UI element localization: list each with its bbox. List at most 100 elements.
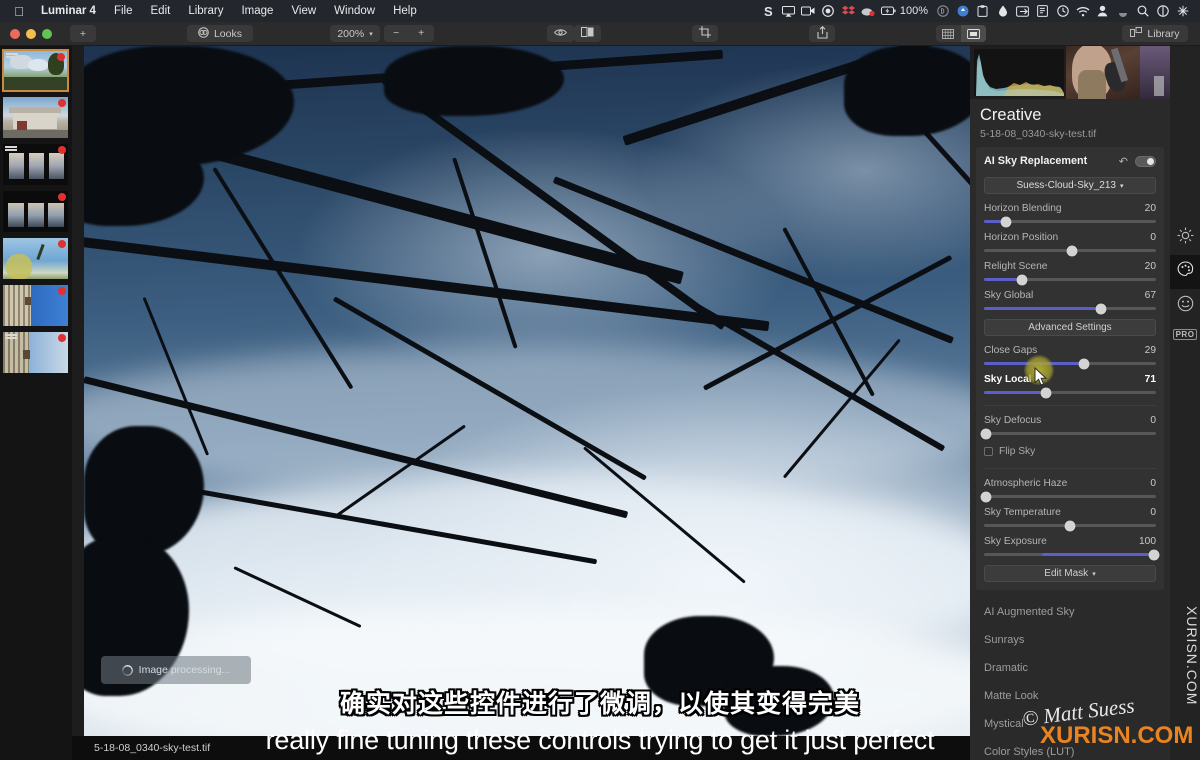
slider-sky-defocus[interactable]: Sky Defocus 0 — [980, 415, 1156, 439]
advanced-settings-label: Advanced Settings — [1028, 322, 1112, 333]
menu-item-file[interactable]: File — [105, 5, 142, 17]
slider-track[interactable] — [984, 520, 1156, 531]
slider-track[interactable] — [980, 428, 1156, 439]
before-after-button[interactable] — [574, 25, 602, 42]
panel-top-area — [970, 46, 1170, 99]
zoom-level-dropdown[interactable]: 200% ▾ — [330, 25, 380, 42]
share-button[interactable] — [809, 25, 836, 42]
rail-portrait-button[interactable] — [1170, 289, 1200, 323]
menu-item-help[interactable]: Help — [384, 5, 426, 17]
maximize-window-button[interactable] — [42, 28, 52, 39]
notes-icon[interactable] — [1033, 0, 1052, 22]
flip-sky-checkbox-row[interactable]: Flip Sky — [984, 446, 1156, 457]
control-center-icon[interactable] — [1153, 0, 1172, 22]
slider-track[interactable] — [984, 358, 1156, 369]
image-canvas[interactable]: Image processing... 5-18-08_0340-sky-tes… — [72, 46, 970, 760]
list-item[interactable] — [2, 237, 69, 280]
slider-track[interactable] — [980, 491, 1156, 502]
module-item-sunrays[interactable]: Sunrays — [970, 626, 1170, 654]
minimize-window-button[interactable] — [26, 28, 36, 39]
rail-essentials-button[interactable] — [1170, 221, 1200, 255]
slider-track[interactable] — [984, 387, 1156, 398]
looks-button[interactable]: Looks — [186, 25, 253, 42]
filmstrip-panel[interactable] — [0, 46, 72, 760]
slider-value: 0 — [1150, 478, 1156, 489]
slider-track[interactable] — [984, 549, 1160, 560]
screen-record-icon[interactable] — [799, 0, 818, 22]
list-item[interactable] — [2, 190, 69, 233]
list-item[interactable] — [2, 143, 69, 186]
droplet-icon[interactable] — [993, 0, 1012, 22]
slider-track[interactable] — [984, 303, 1156, 314]
slider-value: 100 — [1139, 536, 1156, 547]
page-title: Creative — [980, 106, 1042, 124]
flip-sky-checkbox[interactable] — [984, 447, 993, 456]
slider-track[interactable] — [984, 216, 1156, 227]
apple-logo-icon[interactable]:  — [6, 5, 32, 18]
letter-s-icon[interactable]: S — [759, 0, 778, 22]
rail-creative-button[interactable] — [1170, 255, 1200, 289]
cloud-red-icon[interactable] — [859, 0, 878, 22]
edited-photo[interactable]: Image processing... — [84, 46, 970, 736]
slider-track[interactable] — [984, 274, 1156, 285]
module-toggle[interactable] — [1135, 155, 1156, 167]
search-icon[interactable] — [1133, 0, 1152, 22]
view-mode-group[interactable] — [935, 25, 986, 42]
menu-item-image[interactable]: Image — [232, 5, 282, 17]
slider-horizon-position[interactable]: Horizon Position 0 — [984, 232, 1156, 256]
time-machine-icon[interactable] — [1053, 0, 1072, 22]
crop-button[interactable] — [692, 25, 719, 42]
sky-selector-dropdown[interactable]: Suess-Cloud-Sky_213 ▾ — [984, 177, 1156, 194]
module-item-dramatic[interactable]: Dramatic — [970, 654, 1170, 682]
slider-relight-scene[interactable]: Relight Scene 20 — [984, 261, 1156, 285]
circle-d-icon[interactable] — [933, 0, 952, 22]
menu-item-edit[interactable]: Edit — [142, 5, 180, 17]
window-controls[interactable] — [0, 28, 52, 39]
grid-view-button[interactable] — [936, 25, 961, 42]
dropbox-icon[interactable] — [839, 0, 858, 22]
list-item[interactable] — [2, 284, 69, 327]
add-image-button[interactable]: + — [70, 25, 96, 42]
reset-icon[interactable]: ↶ — [1119, 155, 1128, 168]
zoom-step-group[interactable]: − + — [383, 25, 434, 42]
slider-label: Horizon Position — [984, 232, 1059, 243]
slider-close-gaps[interactable]: Close Gaps 29 — [984, 345, 1156, 369]
zoom-level-label: 200% — [337, 27, 365, 40]
advanced-settings-button[interactable]: Advanced Settings — [984, 319, 1156, 336]
zoom-out-button[interactable]: − — [384, 25, 409, 42]
single-view-button[interactable] — [960, 25, 986, 42]
pro-badge[interactable]: PRO — [1170, 329, 1200, 340]
slider-sky-temperature[interactable]: Sky Temperature 0 — [984, 507, 1156, 531]
zoom-controls[interactable]: 200% ▾ − + — [330, 25, 434, 42]
menu-item-window[interactable]: Window — [325, 5, 384, 17]
list-item[interactable] — [2, 331, 69, 374]
toggle-preview-button[interactable] — [547, 25, 575, 42]
zoom-in-button[interactable]: + — [409, 25, 434, 42]
inbox-icon[interactable] — [1013, 0, 1032, 22]
library-button[interactable]: Library — [1121, 25, 1188, 42]
slider-horizon-blending[interactable]: Horizon Blending 20 — [984, 203, 1156, 227]
slider-sky-global[interactable]: Sky Global 67 — [984, 290, 1156, 314]
divider — [984, 405, 1156, 406]
siri-icon[interactable] — [1173, 0, 1192, 22]
blue-circle-icon[interactable] — [953, 0, 972, 22]
slider-track[interactable] — [984, 245, 1156, 256]
clipboard-icon[interactable] — [973, 0, 992, 22]
battery-bolt-icon[interactable] — [879, 0, 898, 22]
record-dot-icon[interactable] — [819, 0, 838, 22]
menu-item-view[interactable]: View — [282, 5, 325, 17]
list-item[interactable] — [2, 96, 69, 139]
module-item-ai-augmented-sky[interactable]: AI Augmented Sky — [970, 598, 1170, 626]
slider-atmospheric-haze[interactable]: Atmospheric Haze 0 — [980, 478, 1156, 502]
list-item[interactable] — [2, 49, 69, 92]
slider-sky-exposure[interactable]: Sky Exposure 100 — [984, 536, 1160, 560]
wifi-icon[interactable] — [1073, 0, 1092, 22]
close-window-button[interactable] — [10, 28, 20, 39]
menu-item-app[interactable]: Luminar 4 — [32, 5, 105, 17]
slider-sky-local[interactable]: Sky Local 71 — [984, 374, 1156, 398]
menu-item-library[interactable]: Library — [179, 5, 232, 17]
edit-mask-button[interactable]: Edit Mask ▾ — [984, 565, 1156, 582]
airplay-icon[interactable] — [779, 0, 798, 22]
moon-icon[interactable] — [1113, 0, 1132, 22]
user-icon[interactable] — [1093, 0, 1112, 22]
